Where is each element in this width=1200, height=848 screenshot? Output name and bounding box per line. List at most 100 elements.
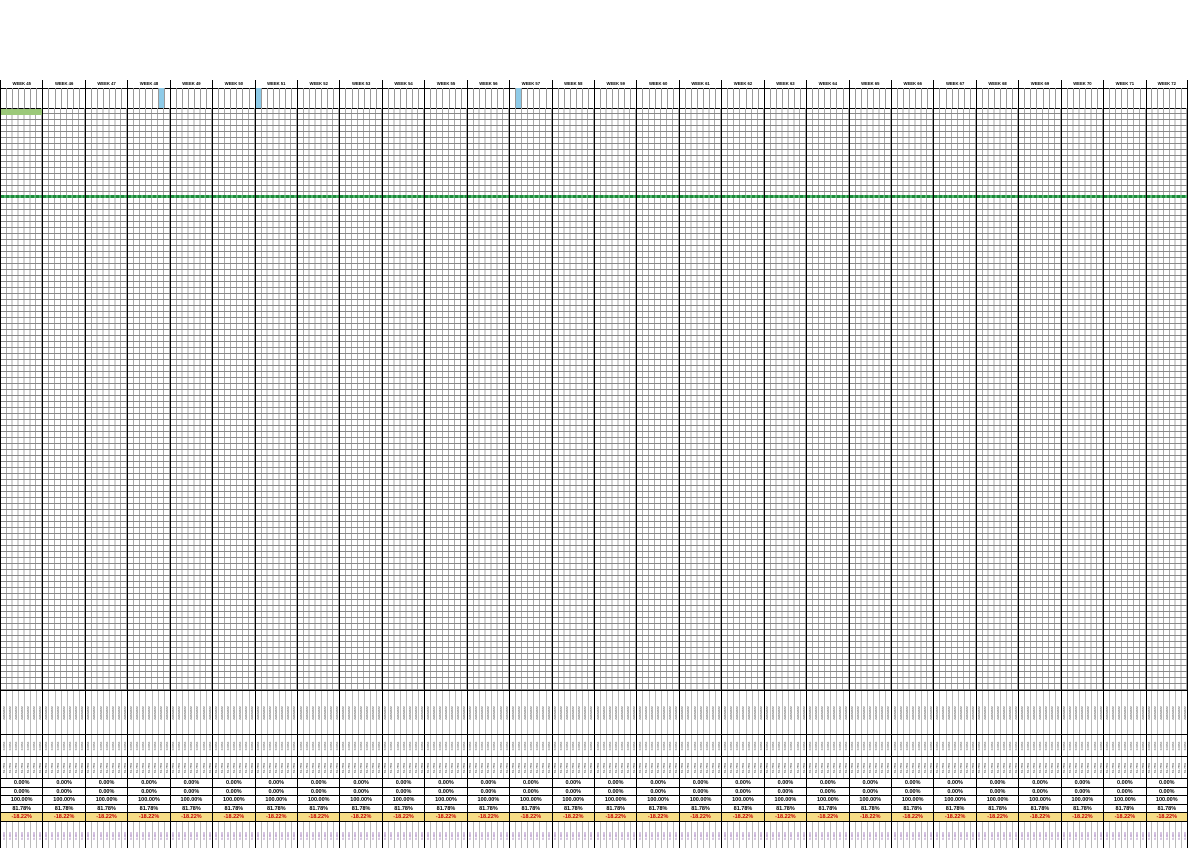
band-cell-text: 0.00% <box>189 741 194 751</box>
band-cell-text: ######## <box>941 706 946 720</box>
date-header-row: Apr 01, 24Apr 02, 24Apr 03, 24Apr 04, 24… <box>43 88 85 109</box>
percent-band: 0.00% 0.00% 0.00% 0.00% 0.00% 0.00% 0.00% <box>170 734 213 757</box>
band-cell-text: 81.78% <box>280 762 285 774</box>
week-column: WEEK 67Aug 26, 24Aug 27, 24Aug 28, 24Aug… <box>933 80 976 848</box>
summary-value-row1: 0.00% <box>1104 778 1146 787</box>
band-cell-text: 0.000 <box>892 831 897 840</box>
band-cell-text: 0.000 <box>1128 831 1133 840</box>
summary-value-row4: 81.78% <box>934 803 976 813</box>
summary-value-row2: 0.00% <box>637 786 679 796</box>
band-cell-text: 81.78% <box>492 762 497 774</box>
summary-value-row1: 0.00% <box>340 778 382 787</box>
band-cell-text: 81.78% <box>656 762 661 774</box>
band-cell-text: 0.00% <box>583 741 588 751</box>
band-cell-text: 0.000 <box>256 831 261 840</box>
percent-band: 0.00% 0.00% 0.00% 0.00% 0.00% 0.00% 0.00% <box>595 734 637 757</box>
week-column: WEEK 71Sep 23, 24Sep 24, 24Sep 25, 24Sep… <box>1103 80 1146 848</box>
band-cell-text: 0.00% <box>1038 741 1042 751</box>
band-cell-text: 0.000 <box>389 831 394 840</box>
hash-overflow-band: ######## ######## ######## ######## ########… <box>595 690 637 735</box>
band-cell-text: ######## <box>995 706 1000 720</box>
band-cell-text: 0.000 <box>231 831 236 840</box>
band-cell-text: ######## <box>268 706 273 720</box>
band-cell-text: 0.000 <box>1068 831 1073 840</box>
band-cell-text: 81.78% <box>1152 762 1157 774</box>
band-cell-text: 0.000 <box>553 831 558 840</box>
date-header-row: Jul 08, 24Jul 09, 24Jul 10, 24Jul 11, 24… <box>637 88 679 109</box>
band-cell-text: 81.78% <box>510 762 515 774</box>
summary-value-row2: 0.00% <box>849 786 891 796</box>
percent-band: 0.00% 0.00% 0.00% 0.00% 0.00% 0.00% 0.00% <box>764 734 807 757</box>
hash-overflow-band: ######## ######## ######## ######## ########… <box>510 690 552 735</box>
band-cell-text: 0.000 <box>304 831 309 840</box>
band-cell-text: 81.78% <box>1080 762 1085 774</box>
summary-value-row5: -18.22% <box>934 812 976 821</box>
band-cell-text: 0.00% <box>219 741 224 751</box>
highlight-row-line <box>85 195 128 198</box>
band-cell-text: 81.78% <box>583 762 588 774</box>
band-cell-text: 0.00% <box>425 741 430 751</box>
band-cell-text: 0.000 <box>262 831 267 840</box>
band-cell-text: ######## <box>280 706 285 720</box>
band-cell-text: ######## <box>844 706 849 720</box>
summary-value-row1: 0.00% <box>637 778 679 787</box>
date-header-cell[interactable]: Oct 06, 24 <box>1182 88 1187 108</box>
band-cell-text: 81.78% <box>619 762 624 774</box>
band-cell-text: 81.78% <box>813 762 818 774</box>
summary-value-row4: 81.78% <box>213 803 255 813</box>
band-cell-text: 0.000 <box>698 831 703 840</box>
band-cell-text: ######## <box>134 706 139 720</box>
band-cell-text: 0.00% <box>407 741 412 751</box>
band-cell-text: 0.00% <box>286 741 291 751</box>
band-cell-text: 0.00% <box>177 741 182 751</box>
band-cell-text: ######## <box>1164 706 1169 720</box>
band-cell-text: 81.78% <box>437 762 442 774</box>
band-cell-text: 81.78% <box>328 762 333 774</box>
band-cell-text: 0.00% <box>504 741 509 751</box>
band-cell-text: ######## <box>856 706 861 720</box>
zero-value-band: 0.000 0.000 0.000 0.000 0.000 0.000 0.000 <box>340 821 382 848</box>
band-cell-text: ######## <box>1182 706 1187 720</box>
band-cell-text: 81.78% <box>1044 762 1049 774</box>
band-cell-text: 81.78% <box>401 762 406 774</box>
band-cell-text: ######## <box>783 706 788 720</box>
band-cell-text: 0.00% <box>1122 741 1127 751</box>
band-cell-text: 0.000 <box>92 831 97 840</box>
band-cell-text: ######## <box>1110 706 1115 720</box>
task-progress-bar[interactable] <box>1 109 43 115</box>
summary-value-row1: 0.00% <box>892 778 934 787</box>
summary-value-row5: -18.22% <box>1 812 43 821</box>
band-cell-text: 0.00% <box>104 741 109 751</box>
summary-value-row5: -18.22% <box>170 812 213 821</box>
date-header-row: Sep 02, 24Sep 03, 24Sep 04, 24Sep 05, 24… <box>976 88 1019 109</box>
band-cell-text: 0.000 <box>650 831 655 840</box>
band-cell-text: 0.000 <box>625 831 630 840</box>
band-cell-text: 0.00% <box>874 741 879 751</box>
band-cell-text: 0.000 <box>777 831 782 840</box>
band-cell-text: 81.78% <box>995 762 1000 774</box>
band-cell-text: 81.78% <box>765 762 770 774</box>
band-cell-text: ######## <box>219 706 224 720</box>
zero-value-band: 0.000 0.000 0.000 0.000 0.000 0.000 0.000 <box>595 821 637 848</box>
week-column: WEEK 55Jun 03, 24Jun 04, 24Jun 05, 24Jun… <box>424 80 467 848</box>
summary-value-row4: 81.78% <box>425 803 467 813</box>
band-cell-text: ######## <box>1062 706 1067 720</box>
date-header-row: Apr 15, 24Apr 16, 24Apr 17, 24Apr 18, 24… <box>128 88 170 109</box>
band-cell-text: 0.00% <box>589 741 594 751</box>
band-cell-text: 0.000 <box>353 831 358 840</box>
zero-value-band: 0.000 0.000 0.000 0.000 0.000 0.000 0.000 <box>1061 821 1104 848</box>
percent-band-secondary: 81.78% 81.78% 81.78% 81.78% 81.78% 81.78% 81.7… <box>764 756 807 779</box>
band-cell-text: 0.00% <box>559 741 564 751</box>
band-cell-text: 0.000 <box>522 831 527 840</box>
band-cell-text: 0.00% <box>516 741 521 751</box>
date-header-row: Sep 23, 24Sep 24, 24Sep 25, 24Sep 26, 24… <box>1104 88 1146 109</box>
band-cell-text: 81.78% <box>728 762 733 774</box>
percent-band: 0.00% 0.00% 0.00% 0.00% 0.00% 0.00% 0.00% <box>1 734 43 757</box>
band-cell-text: ######## <box>837 706 842 720</box>
band-cell-text: 0.000 <box>292 831 297 840</box>
percent-band: 0.00% 0.00% 0.00% 0.00% 0.00% 0.00% 0.00% <box>892 734 934 757</box>
band-cell-text: 81.78% <box>898 762 903 774</box>
band-cell-text: 81.78% <box>462 762 467 774</box>
percent-band: 0.00% 0.00% 0.00% 0.00% 0.00% 0.00% 0.00% <box>298 734 340 757</box>
band-cell-text: 0.00% <box>856 741 861 751</box>
